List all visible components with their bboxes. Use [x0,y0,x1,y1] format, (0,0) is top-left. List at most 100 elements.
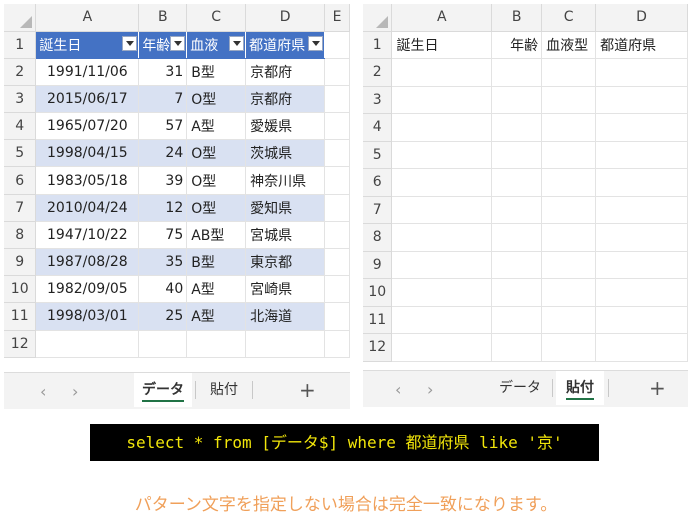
filter-dropdown-icon[interactable] [229,35,245,51]
row-header-3[interactable]: 3 [363,86,393,114]
table-cell[interactable]: B型 [186,248,247,277]
empty-cell[interactable] [35,330,140,358]
table-cell[interactable]: 宮城県 [245,221,326,250]
empty-cell[interactable] [541,278,597,307]
empty-cell[interactable] [391,251,493,279]
column-header-b[interactable]: B [138,4,188,32]
empty-cell[interactable] [491,168,543,197]
table-cell[interactable]: 1947/10/22 [35,221,140,250]
prev-sheet-icon[interactable]: ‹ [40,382,46,401]
empty-cell[interactable] [595,86,688,114]
table-cell[interactable]: 1991/11/06 [35,58,140,86]
row-header-9[interactable]: 9 [363,251,393,279]
empty-cell[interactable] [541,223,597,252]
empty-cell[interactable] [541,168,597,197]
empty-cell[interactable] [595,223,688,252]
empty-cell[interactable] [324,139,350,168]
filter-dropdown-icon[interactable] [170,35,186,51]
empty-cell[interactable] [491,223,543,252]
empty-cell[interactable] [245,330,326,358]
row-header-7[interactable]: 7 [363,196,393,224]
empty-cell[interactable] [541,306,597,334]
table-cell[interactable]: 40 [138,275,188,304]
table-cell[interactable]: O型 [186,85,247,114]
table-cell[interactable]: 31 [138,58,188,86]
table-cell[interactable]: 2015/06/17 [35,85,140,114]
empty-cell[interactable] [491,333,543,362]
empty-cell[interactable] [391,86,493,114]
table-cell[interactable]: 1987/08/28 [35,248,140,277]
table-cell[interactable]: A型 [186,302,247,331]
row-header-12[interactable]: 12 [4,330,37,358]
empty-cell[interactable] [324,221,350,250]
table-cell[interactable]: 1998/03/01 [35,302,140,331]
empty-cell[interactable] [491,251,543,279]
empty-cell[interactable] [595,168,688,197]
tab-data[interactable]: データ [491,371,549,405]
header-value-cell[interactable]: 年齢 [491,31,543,59]
empty-cell[interactable] [138,330,188,358]
empty-cell[interactable] [324,58,350,86]
empty-cell[interactable] [491,113,543,142]
empty-cell[interactable] [391,278,493,307]
table-cell[interactable]: 愛知県 [245,194,326,222]
table-cell[interactable]: AB型 [186,221,247,250]
empty-cell[interactable] [324,194,350,222]
header-value-cell[interactable]: 都道府県 [595,31,688,59]
table-cell[interactable]: 1983/05/18 [35,166,140,195]
empty-cell[interactable] [324,302,350,331]
empty-cell[interactable] [541,113,597,142]
row-header-2[interactable]: 2 [363,58,393,87]
table-cell[interactable]: 2010/04/24 [35,194,140,222]
row-header-4[interactable]: 4 [4,112,37,141]
empty-cell[interactable] [491,278,543,307]
table-cell[interactable]: 12 [138,194,188,222]
header-value-cell[interactable]: 血液型 [541,31,597,59]
row-header-2[interactable]: 2 [4,58,37,86]
empty-cell[interactable] [491,141,543,169]
empty-cell[interactable] [491,306,543,334]
next-sheet-icon[interactable]: › [72,382,78,401]
column-header-d[interactable]: D [245,4,326,32]
column-header-d[interactable]: D [595,4,688,32]
select-all-corner[interactable] [4,4,37,32]
column-header-e[interactable]: E [324,4,350,32]
row-header-1[interactable]: 1 [363,31,393,59]
empty-cell[interactable] [391,333,493,362]
table-cell[interactable]: 75 [138,221,188,250]
row-header-5[interactable]: 5 [363,141,393,169]
empty-cell[interactable] [186,330,247,358]
empty-cell[interactable] [595,141,688,169]
row-header-5[interactable]: 5 [4,139,37,168]
empty-cell[interactable] [324,85,350,114]
empty-cell[interactable] [595,333,688,362]
table-cell[interactable]: 39 [138,166,188,195]
table-cell[interactable]: 北海道 [245,302,326,331]
row-header-6[interactable]: 6 [363,168,393,197]
row-header-10[interactable]: 10 [363,278,393,307]
table-cell[interactable]: 茨城県 [245,139,326,168]
next-sheet-icon[interactable]: › [427,380,433,399]
tab-paste[interactable]: 貼付 [200,373,248,407]
table-cell[interactable]: B型 [186,58,247,86]
row-header-8[interactable]: 8 [363,223,393,252]
row-header-4[interactable]: 4 [363,113,393,142]
tab-paste[interactable]: 貼付 [556,371,604,405]
empty-cell[interactable] [541,251,597,279]
table-header-cell[interactable]: 年齢 [138,31,188,59]
row-header-8[interactable]: 8 [4,221,37,250]
table-cell[interactable]: 35 [138,248,188,277]
table-cell[interactable]: O型 [186,139,247,168]
empty-cell[interactable] [391,113,493,142]
add-sheet-icon[interactable]: + [299,378,316,402]
table-cell[interactable]: 愛媛県 [245,112,326,141]
column-header-c[interactable]: C [541,4,597,32]
tab-data[interactable]: データ [134,373,192,407]
header-value-cell[interactable]: 誕生日 [391,31,493,59]
empty-cell[interactable] [391,223,493,252]
empty-cell[interactable] [391,141,493,169]
empty-cell[interactable] [391,168,493,197]
table-cell[interactable]: 京都府 [245,85,326,114]
table-cell[interactable]: 1982/09/05 [35,275,140,304]
empty-cell[interactable] [324,31,350,59]
